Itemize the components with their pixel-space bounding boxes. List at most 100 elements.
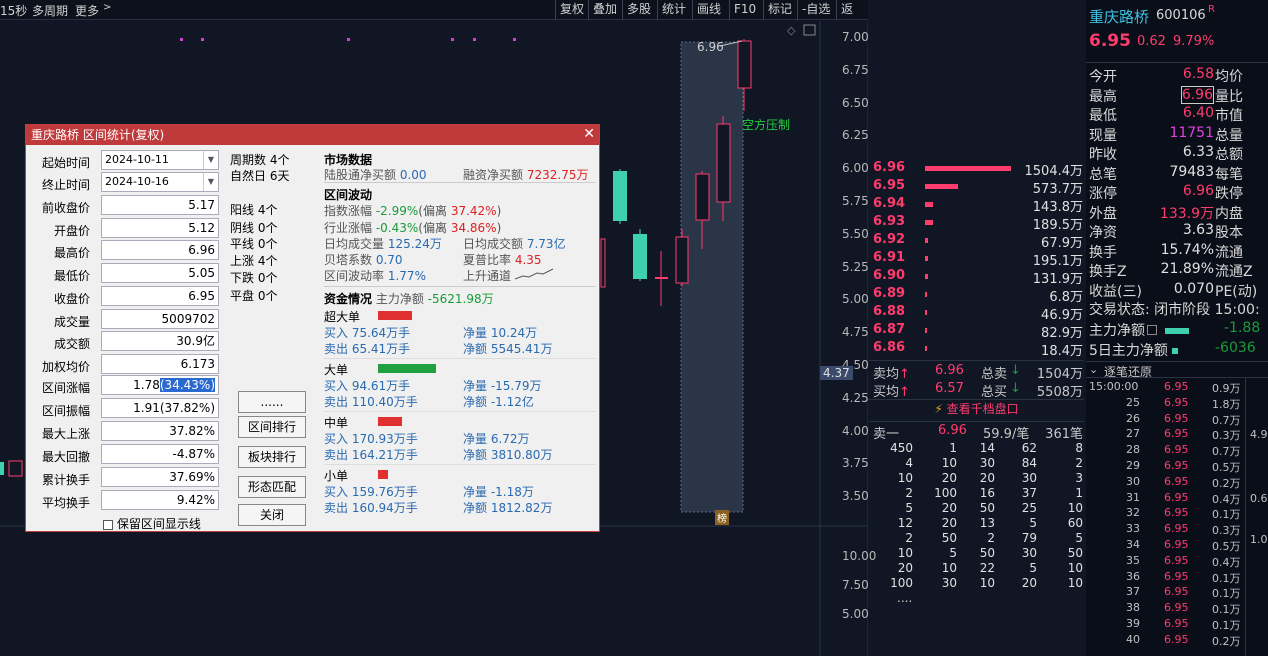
tick-price: 6.95 (1164, 411, 1189, 425)
orderbook-row[interactable]: 6.95 573.7万 (873, 178, 1083, 197)
keep-line-checkbox[interactable]: 保留区间显示线 (103, 515, 253, 532)
orderbook-row[interactable]: 6.90 131.9万 (873, 268, 1083, 287)
multi-period-button[interactable]: 多周期 (32, 2, 68, 19)
orderbook-row[interactable]: 6.96 1504.4万 (873, 160, 1083, 179)
quote-value: 0.070 (1173, 280, 1214, 297)
pattern-match-button[interactable]: 形态匹配 (238, 476, 306, 498)
fund-net-amt: 净额 3810.80万 (463, 448, 553, 462)
stat-value-field[interactable]: 30.9亿 (101, 331, 219, 352)
queue-cell: 30 (941, 576, 957, 590)
stat-value-field[interactable]: -4.87% (101, 444, 219, 464)
orderbook-row[interactable]: 6.88 46.9万 (873, 304, 1083, 323)
queue-cell: 5 (949, 546, 957, 560)
more-button[interactable]: ...... (238, 391, 306, 413)
start-time-row: 起始时间 2024-10-11 ▼ (26, 150, 226, 172)
side-val-2: 0.6 (1250, 492, 1268, 505)
queue-cell: 60 (1067, 516, 1083, 530)
orderbook-row[interactable]: 6.91 195.1万 (873, 250, 1083, 269)
orderbook-row[interactable]: 6.92 67.9万 (873, 232, 1083, 251)
change: 0.62 (1137, 34, 1166, 49)
queue-cell: 2 (1075, 456, 1083, 470)
stat-value-field[interactable]: 5009702 (101, 308, 219, 329)
stat-value-field[interactable]: 5.05 (101, 263, 219, 284)
quote-label: 总笔 (1089, 166, 1117, 183)
y-tick-label: 7.00 (842, 30, 869, 44)
draw-button[interactable]: 画线 (692, 0, 725, 20)
tick-time: 39 (1126, 617, 1140, 630)
stock-code: 600106 (1156, 8, 1206, 23)
quote-label: 现量 (1089, 127, 1117, 144)
tick-volume: 0.7万 (1212, 445, 1241, 459)
stat-value-field[interactable]: 9.42% (101, 490, 219, 510)
stat-value-field[interactable]: 1.91(37.82%) (101, 398, 219, 418)
orderbook-row[interactable]: 6.87 82.9万 (873, 322, 1083, 341)
stat-value-field[interactable]: 6.173 (101, 353, 219, 374)
period-button[interactable]: 15秒 (0, 2, 27, 19)
stat-value-field[interactable]: 5.12 (101, 217, 219, 238)
quote-value: 133.9万 (1159, 205, 1214, 222)
qiandang-link[interactable]: ⚡ 查看千档盘口 (869, 399, 1084, 419)
tick-time: 35 (1126, 553, 1140, 567)
queue-cell: 20 (1021, 576, 1037, 590)
queue-more[interactable]: .... (897, 591, 1107, 609)
tick-price: 6.95 (1164, 459, 1189, 472)
rank-tag[interactable]: 榜 (715, 510, 729, 525)
tick-price: 6.95 (1164, 380, 1189, 393)
orderbook-row[interactable]: 6.93 189.5万 (873, 214, 1083, 233)
fund-net-vol: 净量 -1.18万 (463, 485, 534, 499)
close-button[interactable]: 关闭 (238, 504, 306, 526)
stat-value-field[interactable]: 6.96 (101, 240, 219, 261)
fuquan-button[interactable]: 复权 (555, 0, 588, 20)
watchlist-button[interactable]: -自选 (797, 0, 834, 20)
ob-bar (925, 274, 928, 279)
sector-rank-button[interactable]: 板块排行 (238, 446, 306, 468)
range-change-row: 区间涨幅 1.78(34.43%) (26, 375, 226, 397)
stat-row: 区间振幅 1.91(37.82%) (26, 398, 226, 420)
orderbook-row[interactable]: 6.94 143.8万 (873, 196, 1083, 215)
y-tick-label: 6.25 (842, 128, 869, 143)
ob-price: 6.93 (873, 214, 906, 229)
stat-value-field[interactable]: 6.95 (101, 285, 219, 306)
multi-stock-button[interactable]: 多股 (622, 0, 655, 20)
stat-value-field[interactable]: 37.82% (101, 421, 219, 441)
queue-cell: 62 (1021, 441, 1037, 455)
orderbook-row[interactable]: 6.86 18.4万 (873, 340, 1083, 359)
stat-row: 最大上涨 37.82% (26, 421, 226, 443)
mark-button[interactable]: 标记 (763, 0, 796, 20)
tick-time: 26 (1126, 411, 1140, 425)
more-button[interactable]: 更多 (75, 2, 99, 19)
fund-net-amt: 净额 -1.12亿 (463, 395, 534, 409)
orderbook-row[interactable]: 6.89 6.8万 (873, 286, 1083, 305)
overlay-button[interactable]: 叠加 (588, 0, 621, 20)
stock-name: 重庆路桥 (1089, 8, 1150, 26)
tick-price: 6.95 (1164, 553, 1189, 567)
side-val-1: 4.9 (1250, 428, 1268, 441)
stats-button[interactable]: 统计 (657, 0, 690, 20)
stat-value-field[interactable]: 5.17 (101, 195, 219, 215)
tick-volume: 0.1万 (1212, 571, 1241, 585)
ob-volume: 82.9万 (1041, 326, 1083, 341)
vol-tick-label: 5.00 (842, 607, 869, 621)
back-button[interactable]: 返回 (836, 0, 868, 34)
tick-volume: 0.2万 (1212, 476, 1241, 490)
end-time-select[interactable]: 2024-10-16 ▼ (101, 172, 219, 192)
tick-volume: 0.4万 (1212, 555, 1241, 569)
tick-header[interactable]: ⌄ 逐笔还原 (1086, 361, 1268, 379)
queue-cell: 16 (979, 486, 995, 500)
fund-bar (378, 470, 388, 479)
close-icon[interactable]: ✕ (583, 126, 595, 142)
start-time-select[interactable]: 2024-10-11 ▼ (101, 150, 219, 170)
ob-price: 6.96 (873, 160, 906, 175)
y-tick-label: 6.75 (842, 62, 869, 77)
tick-time: 25 (1126, 395, 1140, 409)
fund-row: 资金情况 主力净额 -5621.98万 (324, 292, 494, 306)
f10-button[interactable]: F10 (729, 0, 760, 20)
ob-bar (925, 310, 927, 315)
range-change-field[interactable]: 1.78(34.43%) (101, 375, 219, 395)
queue-cell: 10 (1067, 501, 1083, 515)
period-count: 上涨 4个 (230, 254, 278, 268)
ob-volume: 195.1万 (1032, 254, 1083, 269)
stat-value-field[interactable]: 37.69% (101, 467, 219, 487)
interval-rank-button[interactable]: 区间排行 (238, 416, 306, 438)
stat-row: 累计换手 37.69% (26, 467, 226, 489)
